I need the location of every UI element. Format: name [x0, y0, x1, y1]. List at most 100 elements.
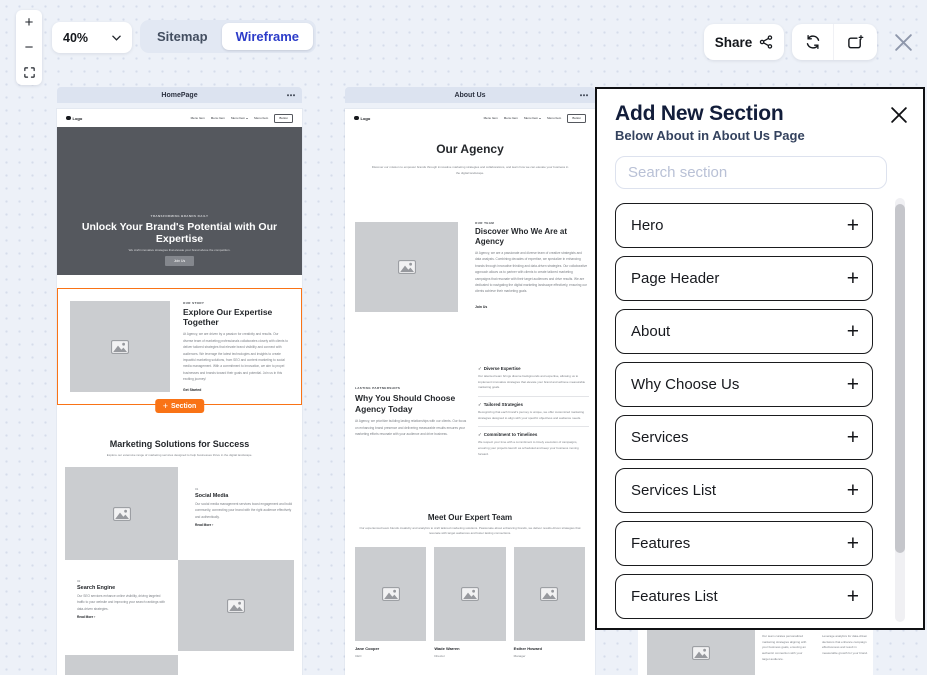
feature-title: ✓ Diverse Expertise [478, 366, 521, 371]
add-new-section-panel: Add New Section Below About in About Us … [595, 87, 925, 630]
nav-menu-item: Menu Item [547, 116, 562, 120]
about-navbar-section[interactable]: Logo Menu Item Menu Item Menu Item Menu … [345, 109, 595, 127]
nav-button: Button [274, 113, 293, 123]
aboutus-more-icon[interactable] [580, 94, 588, 96]
fragment-text: Our team curates personalized marketing … [762, 634, 807, 661]
chevron-right-icon: › [94, 615, 96, 620]
partial-wireframe-page[interactable]: Our team curates personalized marketing … [638, 630, 873, 675]
nav-menu-item: Menu Item [524, 116, 542, 120]
story-title: Explore Our Expertise Together [183, 307, 273, 328]
section-option-features-list[interactable]: Features List + [615, 574, 873, 619]
why-title: Why You Should Choose Agency Today [355, 393, 456, 414]
plus-icon[interactable]: + [847, 480, 859, 501]
fullscreen-icon [23, 67, 35, 78]
section-option-page-header[interactable]: Page Header + [615, 256, 873, 301]
plus-icon[interactable]: + [847, 427, 859, 448]
homepage-header-bar[interactable]: HomePage [57, 87, 302, 103]
zoom-level-dropdown[interactable]: 40% [52, 22, 132, 53]
check-icon: ✓ [478, 402, 482, 408]
homepage-title: HomePage [161, 91, 198, 99]
home-navbar-section[interactable]: Logo Menu Item Menu Item Menu Item Menu … [57, 109, 302, 127]
close-icon [895, 34, 912, 51]
team-intro-body: At Agency, we are a passionate and diver… [475, 251, 588, 294]
image-placeholder [647, 630, 755, 675]
section-option-features[interactable]: Features + [615, 521, 873, 566]
service-number: 01 [195, 487, 199, 491]
refresh-icon [806, 34, 819, 50]
divider [478, 396, 589, 398]
team-member-card: Wade Warren Director [434, 547, 506, 658]
team-subtitle: Our experienced team blends creativity a… [359, 526, 581, 536]
member-name: Jane Cooper [355, 646, 380, 651]
panel-close-button[interactable] [891, 107, 907, 123]
fragment-text: Leverage analytics for data-driven decis… [822, 634, 868, 656]
close-icon [891, 107, 907, 123]
regenerate-button[interactable] [792, 24, 834, 60]
feature-body: Our talented team brings diverse backgro… [478, 374, 586, 390]
image-placeholder [178, 560, 294, 651]
section-option-hero[interactable]: Hero + [615, 203, 873, 248]
plus-icon[interactable]: + [847, 321, 859, 342]
share-button[interactable]: Share [704, 24, 784, 60]
story-body: At Agency, we are driven by a passion fo… [183, 332, 289, 382]
aboutus-title: About Us [454, 91, 486, 99]
section-list: Hero + Page Header + About + Why Choose … [615, 203, 873, 619]
add-section-button[interactable]: + Section [154, 399, 205, 413]
fit-screen-button[interactable] [16, 60, 42, 85]
plus-icon: + [24, 14, 34, 31]
home-hero-section[interactable]: TRANSFORMING BRANDS DAILY Unlock Your Br… [57, 127, 302, 275]
panel-scrollbar[interactable] [895, 198, 905, 622]
zoom-in-button[interactable]: + [16, 10, 42, 35]
member-role: Director [434, 653, 445, 658]
service-number: 02 [77, 579, 81, 583]
story-cta: Get Started [183, 387, 202, 392]
plus-icon: + [162, 400, 168, 411]
nav-menu-item: Menu Item [254, 116, 269, 120]
hero-title: Unlock Your Brand's Potential with Our E… [81, 220, 278, 245]
read-more-link: Read More › [195, 523, 214, 528]
check-icon: ✓ [478, 366, 482, 371]
image-placeholder [434, 547, 506, 641]
member-role: Manager [513, 653, 526, 658]
team-member-card: Esther Howard Manager [513, 547, 585, 658]
service-body: Our SEO services enhance online visibili… [77, 594, 165, 611]
image-placeholder [65, 655, 178, 675]
check-icon: ✓ [478, 432, 482, 438]
member-name: Esther Howard [513, 646, 542, 651]
story-eyebrow: OUR STORY [183, 301, 205, 305]
home-story-section-selected[interactable]: OUR STORY Explore Our Expertise Together… [57, 288, 302, 405]
chevron-down-icon [112, 35, 121, 41]
why-body: At Agency, we prioritize building lastin… [355, 419, 467, 437]
service-title: Search Engine [77, 585, 116, 591]
homepage-more-icon[interactable] [287, 94, 295, 96]
chevron-down-icon [246, 117, 249, 119]
service-body: Our social media management services boo… [195, 502, 293, 519]
new-page-button[interactable] [834, 24, 876, 60]
section-option-why-choose-us[interactable]: Why Choose Us + [615, 362, 873, 407]
aboutus-wireframe: Logo Menu Item Menu Item Menu Item Menu … [345, 109, 595, 675]
section-option-services[interactable]: Services + [615, 415, 873, 460]
nav-menu-item: Menu Item [231, 116, 249, 120]
plus-icon[interactable]: + [847, 268, 859, 289]
chevron-down-icon [539, 117, 542, 119]
aboutus-header-bar[interactable]: About Us [345, 87, 595, 103]
view-mode-tabs: Sitemap Wireframe [140, 20, 317, 53]
logo: Logo [66, 116, 82, 121]
plus-icon[interactable]: + [847, 586, 859, 607]
feature-body: Recognizing that each brand's journey is… [478, 410, 585, 420]
tab-wireframe[interactable]: Wireframe [221, 23, 314, 50]
scrollbar-thumb[interactable] [895, 204, 905, 553]
close-canvas-button[interactable] [893, 32, 914, 53]
plus-icon[interactable]: + [847, 533, 859, 554]
team-title: Meet Our Expert Team [427, 513, 513, 522]
plus-icon[interactable]: + [847, 374, 859, 395]
section-option-services-list[interactable]: Services List + [615, 468, 873, 513]
zoom-out-button[interactable]: − [16, 35, 42, 60]
plus-icon[interactable]: + [847, 215, 859, 236]
nav-button: Button [567, 113, 586, 123]
tab-sitemap[interactable]: Sitemap [143, 23, 222, 50]
toolbar-icon-group [792, 24, 877, 60]
search-section-input[interactable] [615, 156, 887, 189]
services-title: Marketing Solutions for Success [109, 439, 250, 449]
section-option-about[interactable]: About + [615, 309, 873, 354]
